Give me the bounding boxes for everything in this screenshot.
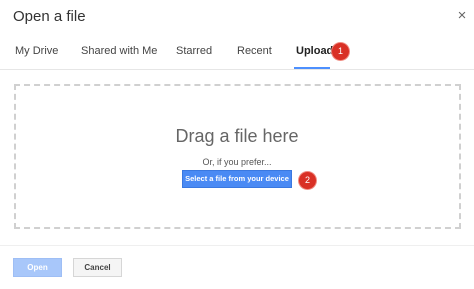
tab-shared-with-me[interactable]: Shared with Me — [81, 45, 157, 57]
annotation-badge-2: 2 — [299, 172, 316, 189]
tab-bar: My Drive Shared with Me Starred Recent U… — [0, 38, 474, 70]
close-icon[interactable]: × — [456, 8, 468, 23]
open-button[interactable]: Open — [13, 258, 62, 277]
tab-recent[interactable]: Recent — [237, 45, 272, 57]
tab-starred[interactable]: Starred — [176, 45, 212, 57]
dialog-title: Open a file — [13, 8, 86, 25]
footer-divider — [0, 245, 474, 246]
annotation-badge-1: 1 — [332, 43, 349, 60]
select-file-button[interactable]: Select a file from your device — [182, 170, 292, 188]
tab-upload[interactable]: Upload — [296, 45, 333, 57]
active-tab-indicator — [294, 67, 330, 69]
cancel-button[interactable]: Cancel — [73, 258, 122, 277]
tab-my-drive[interactable]: My Drive — [15, 45, 58, 57]
or-text: Or, if you prefer... — [202, 157, 272, 167]
drag-title: Drag a file here — [175, 126, 299, 146]
open-file-dialog: Open a file × My Drive Shared with Me St… — [0, 0, 474, 289]
